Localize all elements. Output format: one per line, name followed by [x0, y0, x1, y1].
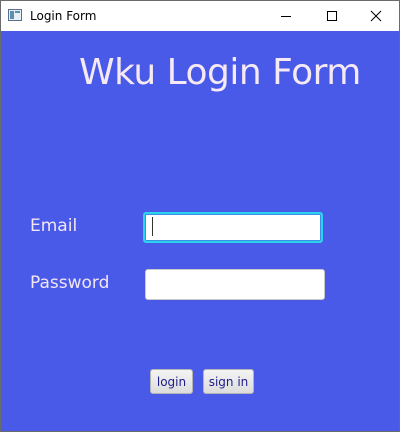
- sign-in-button[interactable]: sign in: [203, 369, 254, 394]
- close-icon: [370, 10, 382, 22]
- password-label: Password: [30, 273, 110, 293]
- login-window: Login Form Wku Login Form Email Password…: [0, 0, 400, 432]
- login-button[interactable]: login: [150, 369, 193, 394]
- close-button[interactable]: [353, 1, 399, 31]
- title-bar[interactable]: Login Form: [1, 1, 399, 31]
- maximize-button[interactable]: [309, 1, 355, 31]
- minimize-button[interactable]: [263, 1, 309, 31]
- minimize-icon: [281, 16, 291, 17]
- password-input[interactable]: [145, 269, 325, 300]
- email-label: Email: [30, 216, 78, 236]
- maximize-icon: [327, 11, 337, 21]
- window-title: Login Form: [30, 9, 97, 23]
- email-input[interactable]: [143, 212, 323, 243]
- app-window-icon: [8, 9, 22, 21]
- form-title: Wku Login Form: [79, 52, 361, 93]
- text-caret: [152, 217, 153, 236]
